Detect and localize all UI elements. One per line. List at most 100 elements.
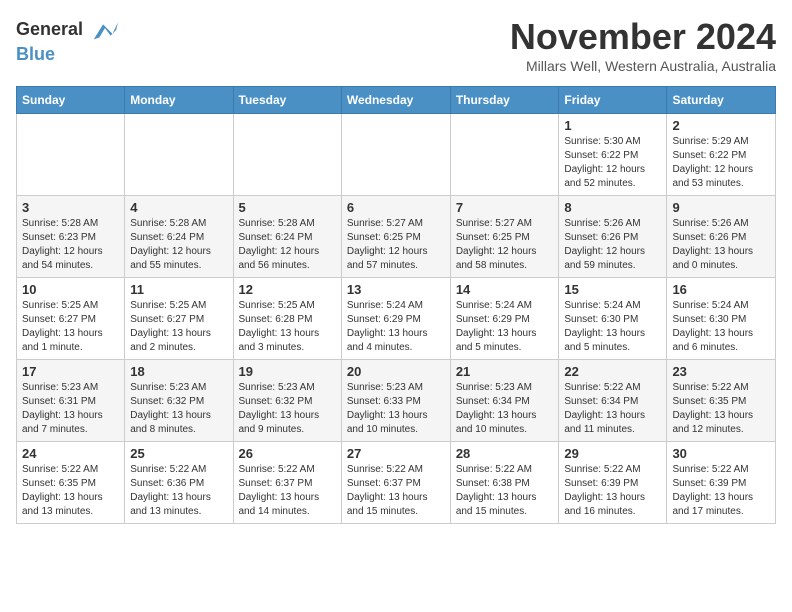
day-info: Sunrise: 5:28 AM Sunset: 6:24 PM Dayligh… xyxy=(239,217,336,273)
calendar-cell xyxy=(17,114,125,196)
day-info: Sunrise: 5:23 AM Sunset: 6:31 PM Dayligh… xyxy=(22,381,119,437)
calendar-cell: 8 Sunrise: 5:26 AM Sunset: 6:26 PM Daylig… xyxy=(559,196,667,278)
day-number: 30 xyxy=(672,446,770,461)
day-number: 27 xyxy=(347,446,445,461)
calendar-cell: 7 Sunrise: 5:27 AM Sunset: 6:25 PM Daylig… xyxy=(450,196,559,278)
calendar-week-5: 24Sunrise: 5:22 AM Sunset: 6:35 PM Dayli… xyxy=(17,442,776,524)
calendar-week-1: 1 Sunrise: 5:30 AM Sunset: 6:22 PM Daylig… xyxy=(17,114,776,196)
calendar-cell: 17 Sunrise: 5:23 AM Sunset: 6:31 PM Dayli… xyxy=(17,360,125,442)
day-number: 15 xyxy=(564,282,661,297)
day-number: 23 xyxy=(672,364,770,379)
day-info: Sunrise: 5:28 AM Sunset: 6:24 PM Dayligh… xyxy=(130,217,227,273)
day-info: Sunrise: 5:27 AM Sunset: 6:25 PM Dayligh… xyxy=(456,217,554,273)
day-info: Sunrise: 5:22 AM Sunset: 6:34 PM Dayligh… xyxy=(564,381,661,437)
day-info: Sunrise: 5:22 AM Sunset: 6:36 PM Dayligh… xyxy=(130,463,227,519)
day-number: 16 xyxy=(672,282,770,297)
day-number: 13 xyxy=(347,282,445,297)
day-info: Sunrise: 5:23 AM Sunset: 6:34 PM Dayligh… xyxy=(456,381,554,437)
day-number: 12 xyxy=(239,282,336,297)
calendar-cell: 30 Sunrise: 5:22 AM Sunset: 6:39 PM Dayli… xyxy=(667,442,776,524)
day-info: Sunrise: 5:22 AM Sunset: 6:35 PM Dayligh… xyxy=(672,381,770,437)
calendar-cell: 2Sunrise: 5:29 AM Sunset: 6:22 PM Daylig… xyxy=(667,114,776,196)
calendar-cell: 9Sunrise: 5:26 AM Sunset: 6:26 PM Daylig… xyxy=(667,196,776,278)
location-subtitle: Millars Well, Western Australia, Austral… xyxy=(510,58,776,74)
title-area: November 2024 Millars Well, Western Aust… xyxy=(510,16,776,74)
day-number: 24 xyxy=(22,446,119,461)
calendar-cell: 21 Sunrise: 5:23 AM Sunset: 6:34 PM Dayli… xyxy=(450,360,559,442)
header-monday: Monday xyxy=(125,87,233,114)
day-info: Sunrise: 5:22 AM Sunset: 6:39 PM Dayligh… xyxy=(672,463,770,519)
day-info: Sunrise: 5:27 AM Sunset: 6:25 PM Dayligh… xyxy=(347,217,445,273)
logo-bird-icon xyxy=(90,16,118,44)
day-number: 18 xyxy=(130,364,227,379)
calendar-cell xyxy=(125,114,233,196)
calendar-cell: 13 Sunrise: 5:24 AM Sunset: 6:29 PM Dayli… xyxy=(341,278,450,360)
day-number: 29 xyxy=(564,446,661,461)
day-info: Sunrise: 5:25 AM Sunset: 6:28 PM Dayligh… xyxy=(239,299,336,355)
day-info: Sunrise: 5:26 AM Sunset: 6:26 PM Dayligh… xyxy=(564,217,661,273)
calendar-cell xyxy=(341,114,450,196)
calendar-cell: 12 Sunrise: 5:25 AM Sunset: 6:28 PM Dayli… xyxy=(233,278,341,360)
calendar-cell: 26 Sunrise: 5:22 AM Sunset: 6:37 PM Dayli… xyxy=(233,442,341,524)
day-number: 21 xyxy=(456,364,554,379)
day-info: Sunrise: 5:24 AM Sunset: 6:29 PM Dayligh… xyxy=(347,299,445,355)
day-number: 26 xyxy=(239,446,336,461)
header-saturday: Saturday xyxy=(667,87,776,114)
calendar-cell xyxy=(233,114,341,196)
calendar-cell: 29 Sunrise: 5:22 AM Sunset: 6:39 PM Dayli… xyxy=(559,442,667,524)
calendar-cell: 27 Sunrise: 5:22 AM Sunset: 6:37 PM Dayli… xyxy=(341,442,450,524)
calendar-body: 1 Sunrise: 5:30 AM Sunset: 6:22 PM Daylig… xyxy=(17,114,776,524)
day-info: Sunrise: 5:25 AM Sunset: 6:27 PM Dayligh… xyxy=(22,299,119,355)
day-number: 1 xyxy=(564,118,661,133)
day-number: 8 xyxy=(564,200,661,215)
day-number: 5 xyxy=(239,200,336,215)
day-number: 25 xyxy=(130,446,227,461)
day-number: 7 xyxy=(456,200,554,215)
header-tuesday: Tuesday xyxy=(233,87,341,114)
logo-line1: General xyxy=(16,19,83,39)
day-number: 20 xyxy=(347,364,445,379)
day-info: Sunrise: 5:23 AM Sunset: 6:33 PM Dayligh… xyxy=(347,381,445,437)
day-info: Sunrise: 5:30 AM Sunset: 6:22 PM Dayligh… xyxy=(564,135,661,191)
calendar-cell: 16 Sunrise: 5:24 AM Sunset: 6:30 PM Dayli… xyxy=(667,278,776,360)
header-row: Sunday Monday Tuesday Wednesday Thursday… xyxy=(17,87,776,114)
day-number: 4 xyxy=(130,200,227,215)
day-info: Sunrise: 5:23 AM Sunset: 6:32 PM Dayligh… xyxy=(130,381,227,437)
calendar-cell xyxy=(450,114,559,196)
header-sunday: Sunday xyxy=(17,87,125,114)
calendar-table: Sunday Monday Tuesday Wednesday Thursday… xyxy=(16,86,776,524)
day-number: 17 xyxy=(22,364,119,379)
calendar-cell: 1 Sunrise: 5:30 AM Sunset: 6:22 PM Daylig… xyxy=(559,114,667,196)
day-number: 2 xyxy=(672,118,770,133)
calendar-cell: 25 Sunrise: 5:22 AM Sunset: 6:36 PM Dayli… xyxy=(125,442,233,524)
day-number: 19 xyxy=(239,364,336,379)
calendar-cell: 24Sunrise: 5:22 AM Sunset: 6:35 PM Dayli… xyxy=(17,442,125,524)
logo-line2: Blue xyxy=(16,44,55,64)
calendar-cell: 23 Sunrise: 5:22 AM Sunset: 6:35 PM Dayli… xyxy=(667,360,776,442)
day-info: Sunrise: 5:28 AM Sunset: 6:23 PM Dayligh… xyxy=(22,217,119,273)
month-title: November 2024 xyxy=(510,16,776,58)
calendar-cell: 15Sunrise: 5:24 AM Sunset: 6:30 PM Dayli… xyxy=(559,278,667,360)
day-number: 10 xyxy=(22,282,119,297)
calendar-cell: 18 Sunrise: 5:23 AM Sunset: 6:32 PM Dayli… xyxy=(125,360,233,442)
day-info: Sunrise: 5:22 AM Sunset: 6:37 PM Dayligh… xyxy=(239,463,336,519)
calendar-cell: 4 Sunrise: 5:28 AM Sunset: 6:24 PM Daylig… xyxy=(125,196,233,278)
calendar-cell: 14 Sunrise: 5:24 AM Sunset: 6:29 PM Dayli… xyxy=(450,278,559,360)
calendar-cell: 5 Sunrise: 5:28 AM Sunset: 6:24 PM Daylig… xyxy=(233,196,341,278)
day-info: Sunrise: 5:22 AM Sunset: 6:37 PM Dayligh… xyxy=(347,463,445,519)
day-info: Sunrise: 5:24 AM Sunset: 6:30 PM Dayligh… xyxy=(672,299,770,355)
calendar-cell: 10 Sunrise: 5:25 AM Sunset: 6:27 PM Dayli… xyxy=(17,278,125,360)
day-number: 11 xyxy=(130,282,227,297)
logo: General Blue xyxy=(16,16,118,65)
day-number: 14 xyxy=(456,282,554,297)
calendar-header: Sunday Monday Tuesday Wednesday Thursday… xyxy=(17,87,776,114)
day-info: Sunrise: 5:22 AM Sunset: 6:39 PM Dayligh… xyxy=(564,463,661,519)
calendar-cell: 20 Sunrise: 5:23 AM Sunset: 6:33 PM Dayli… xyxy=(341,360,450,442)
day-info: Sunrise: 5:22 AM Sunset: 6:38 PM Dayligh… xyxy=(456,463,554,519)
calendar-week-3: 10 Sunrise: 5:25 AM Sunset: 6:27 PM Dayli… xyxy=(17,278,776,360)
day-number: 6 xyxy=(347,200,445,215)
day-info: Sunrise: 5:23 AM Sunset: 6:32 PM Dayligh… xyxy=(239,381,336,437)
day-info: Sunrise: 5:24 AM Sunset: 6:29 PM Dayligh… xyxy=(456,299,554,355)
day-number: 3 xyxy=(22,200,119,215)
calendar-week-4: 17 Sunrise: 5:23 AM Sunset: 6:31 PM Dayli… xyxy=(17,360,776,442)
